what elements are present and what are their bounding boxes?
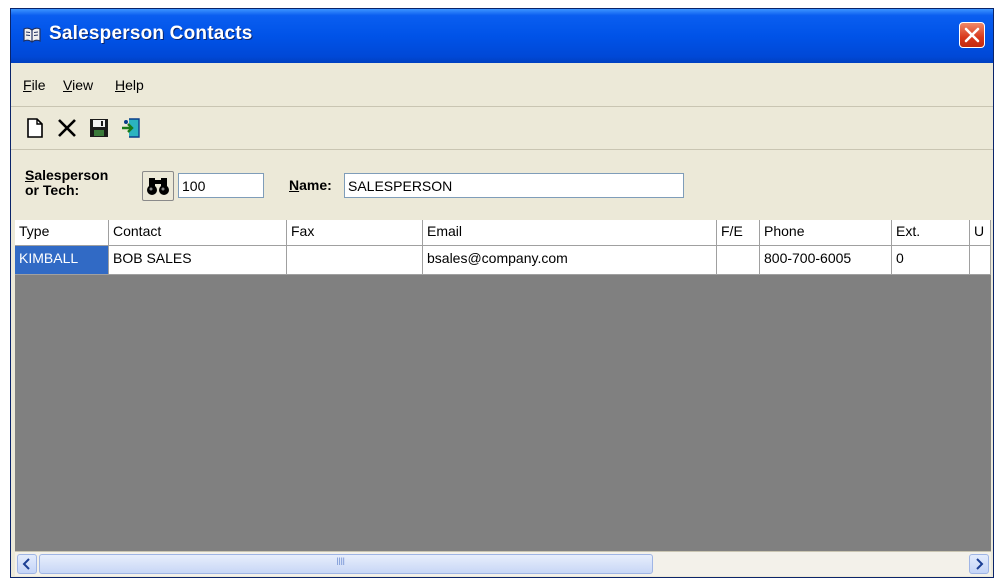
horizontal-scrollbar[interactable]: IIII	[15, 551, 991, 576]
column-header-contact[interactable]: Contact	[109, 220, 287, 245]
binoculars-icon	[147, 178, 169, 195]
close-icon	[964, 27, 980, 43]
salesperson-contacts-window: Salesperson Contacts File View Help Sale…	[10, 8, 994, 578]
menu-file[interactable]: File	[23, 77, 46, 93]
new-document-icon[interactable]	[23, 116, 47, 140]
search-form: Salesperson or Tech: Name:	[11, 150, 993, 220]
scroll-right-button[interactable]	[969, 554, 989, 574]
name-label: Name:	[289, 177, 332, 193]
delete-icon[interactable]	[55, 116, 79, 140]
cell-contact[interactable]: BOB SALES	[109, 246, 287, 274]
name-input[interactable]	[344, 173, 684, 198]
cell-fe[interactable]	[717, 246, 760, 274]
salesperson-lookup-button[interactable]	[142, 171, 174, 201]
column-header-phone[interactable]: Phone	[760, 220, 892, 245]
column-header-u[interactable]: U	[970, 220, 991, 245]
toolbar	[11, 107, 993, 150]
scroll-thumb[interactable]: IIII	[39, 554, 653, 574]
title-bar[interactable]: Salesperson Contacts	[11, 9, 993, 63]
cell-fax[interactable]	[287, 246, 423, 274]
column-header-ext[interactable]: Ext.	[892, 220, 970, 245]
column-header-fe[interactable]: F/E	[717, 220, 760, 245]
contacts-grid: Type Contact Fax Email F/E Phone Ext. U …	[15, 220, 991, 551]
salesperson-label: Salesperson or Tech:	[25, 167, 109, 198]
column-header-email[interactable]: Email	[423, 220, 717, 245]
cell-phone[interactable]: 800-700-6005	[760, 246, 892, 274]
thumb-grip: IIII	[336, 556, 345, 568]
save-icon[interactable]	[87, 116, 111, 140]
menu-bar: File View Help	[11, 66, 993, 107]
book-icon	[23, 27, 41, 43]
cell-type[interactable]: KIMBALL	[15, 246, 109, 274]
table-row[interactable]: KIMBALL BOB SALES bsales@company.com 800…	[15, 246, 991, 275]
close-button[interactable]	[959, 22, 985, 48]
cell-email[interactable]: bsales@company.com	[423, 246, 717, 274]
chevron-left-icon	[22, 558, 30, 570]
exit-icon[interactable]	[119, 116, 143, 140]
menu-help[interactable]: Help	[115, 77, 144, 93]
salesperson-input[interactable]	[178, 173, 264, 198]
column-header-fax[interactable]: Fax	[287, 220, 423, 245]
window-title: Salesperson Contacts	[49, 23, 253, 44]
column-header-type[interactable]: Type	[15, 220, 109, 245]
scroll-left-button[interactable]	[17, 554, 37, 574]
menu-view[interactable]: View	[63, 77, 93, 93]
cell-ext[interactable]: 0	[892, 246, 970, 274]
chevron-right-icon	[976, 558, 984, 570]
grid-header: Type Contact Fax Email F/E Phone Ext. U	[15, 220, 991, 246]
cell-u[interactable]	[970, 246, 991, 274]
